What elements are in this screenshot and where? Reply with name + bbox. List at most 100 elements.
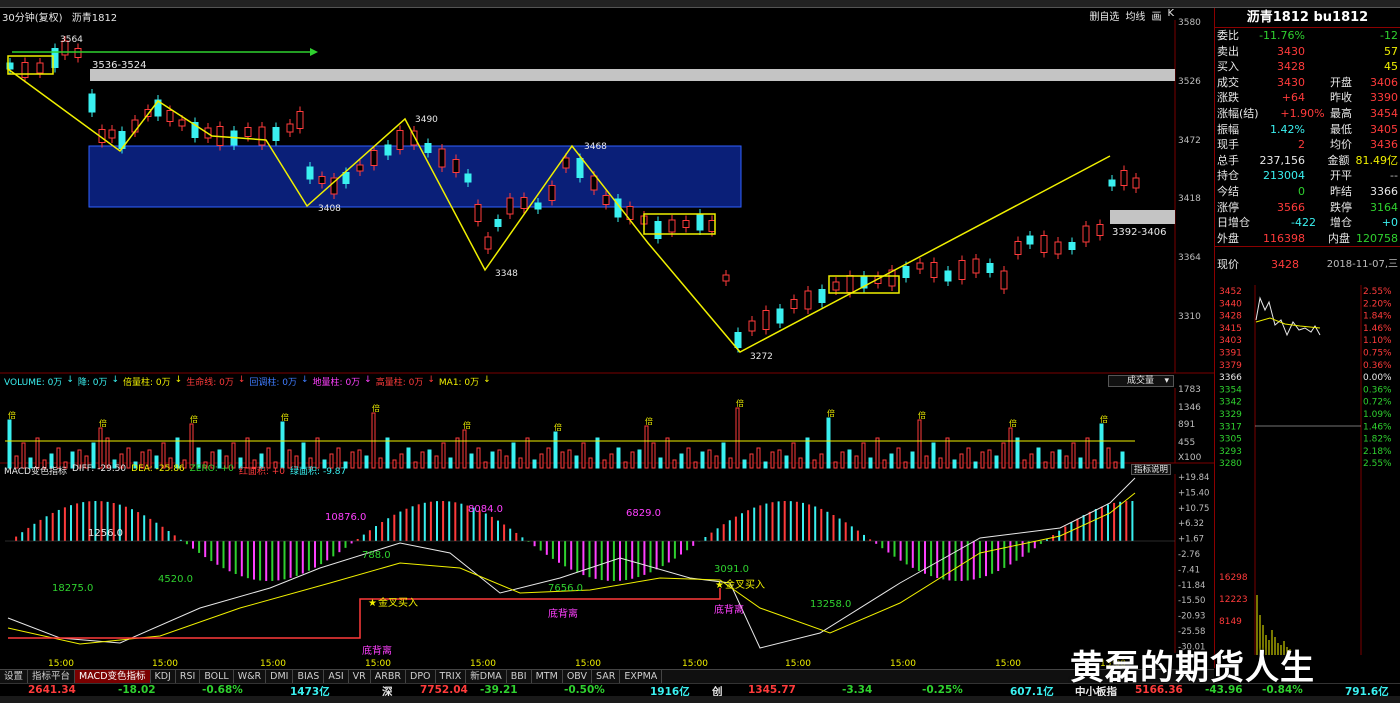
resistance-band	[90, 69, 1175, 81]
candle-body	[602, 195, 610, 205]
mini-left-tick: 3440	[1219, 299, 1242, 309]
mini-avg-line	[1255, 317, 1321, 329]
quote-value: 45	[1384, 60, 1398, 74]
mini-left-tick: 3428	[1219, 312, 1242, 322]
quote-value: -12	[1380, 29, 1398, 42]
time-tick: 15:00	[575, 659, 601, 668]
volume-bar	[434, 455, 439, 469]
label-box1: 3536-3524	[92, 60, 147, 71]
volume-bar	[847, 449, 852, 469]
indicator-help-button[interactable]: 指标说明	[1131, 464, 1171, 475]
volume-bar	[994, 455, 999, 469]
quote-label: 持仓	[1217, 169, 1239, 183]
volume-bar	[742, 459, 747, 469]
volume-header-item: 倍量柱: 0万	[123, 378, 171, 388]
time-tick: 15:00	[365, 659, 391, 668]
mini-intraday-chart[interactable]: 3452 3440 3428 3415 3403 3391 3379 3366 3354 3342…	[1215, 280, 1400, 660]
candle-body	[790, 299, 798, 309]
macd-header-item: 绿面积: -9.87	[290, 467, 347, 477]
volume-mark: 倍	[190, 414, 198, 424]
indicator-tab[interactable]: DMI	[266, 670, 294, 683]
indicator-tab[interactable]: ASI	[324, 670, 349, 683]
volume-tick: X100	[1178, 453, 1202, 463]
volume-bar	[385, 437, 390, 469]
index-value: -39.21	[480, 684, 518, 696]
volume-bar	[525, 437, 530, 469]
volume-bar	[672, 459, 677, 469]
volume-bar	[1036, 447, 1041, 469]
volume-header-item: ↓	[111, 375, 120, 385]
volume-bar	[861, 442, 866, 469]
price-tick: 3580	[1178, 18, 1201, 28]
consolidation-box	[88, 145, 742, 208]
volume-indicator-select[interactable]: 成交量 ▾	[1108, 375, 1174, 387]
index-value: -0.68%	[202, 684, 243, 696]
indicator-tab[interactable]: RSI	[176, 670, 201, 683]
volume-bar	[749, 453, 754, 469]
buy-signal-1: 金叉买入	[378, 596, 418, 609]
macd-area-label: 10876.0	[325, 512, 366, 523]
candlestick-chart[interactable]: 3564 3536-3524 3490 3408 3468 3348 3272 …	[0, 8, 1214, 668]
indicator-tab[interactable]: OBV	[563, 670, 593, 683]
quote-panel: 沥青1812 bu1812 委比 -11.76% -12 卖出 3430 57 买入 3428…	[1214, 8, 1400, 668]
indicator-tab[interactable]: 指标平台	[28, 670, 76, 683]
volume-bar	[539, 453, 544, 469]
macd-tick: +10.75	[1178, 504, 1209, 514]
indicator-tab[interactable]: ARBR	[371, 670, 406, 683]
volume-bar	[714, 455, 719, 469]
candle-body	[166, 110, 174, 122]
indicator-tab[interactable]: MTM	[532, 670, 563, 683]
volume-bar	[931, 442, 936, 469]
index-value: -0.50%	[564, 684, 605, 696]
quote-value: 3430	[1277, 44, 1305, 58]
volume-bar	[959, 453, 964, 469]
volume-bar	[588, 457, 593, 469]
mini-left-tick: 3366	[1219, 373, 1242, 383]
volume-bar	[679, 453, 684, 469]
volume-bar	[917, 419, 922, 469]
volume-bar	[1029, 453, 1034, 469]
indicator-tab[interactable]: W&R	[234, 670, 267, 683]
candle-body	[484, 236, 492, 250]
indicator-tab[interactable]: 设置	[0, 670, 29, 683]
indicator-tab[interactable]: EXPMA	[620, 670, 663, 683]
volume-bar	[553, 431, 558, 469]
volume-bar	[707, 449, 712, 469]
mini-right-tick: 1.46%	[1363, 422, 1392, 432]
news-ticker	[0, 696, 1400, 703]
volume-header-item: ↓	[427, 375, 435, 385]
indicator-tab[interactable]: TRIX	[436, 670, 467, 683]
volume-tick: 891	[1178, 420, 1195, 430]
indicator-tab[interactable]: BOLL	[200, 670, 234, 683]
candle-body	[520, 197, 528, 209]
macd-header-item: DIFF: -29.50	[71, 464, 127, 474]
candle-body	[818, 289, 826, 303]
volume-bar	[518, 457, 523, 469]
candle-body	[548, 185, 556, 201]
candle-body	[306, 166, 314, 180]
volume-bar	[952, 459, 957, 469]
mini-price-line	[1255, 296, 1321, 337]
quote-row: 成交 3430 开盘 3406	[1215, 75, 1400, 91]
quote-value: 3566	[1277, 200, 1305, 214]
volume-header-item: ↓	[66, 375, 74, 385]
indicator-tab[interactable]: KDJ	[151, 670, 176, 683]
indicator-tab[interactable]: SAR	[592, 670, 621, 683]
index-value: 1345.77	[748, 684, 796, 696]
indicator-tab[interactable]: BBI	[507, 670, 532, 683]
price-tick: 3364	[1178, 253, 1201, 263]
volume-header-item: 高量柱: 0万	[375, 378, 424, 388]
indicator-tab[interactable]: VR	[349, 670, 371, 683]
quote-label: 开盘	[1330, 75, 1352, 89]
candle-body	[356, 164, 364, 172]
volume-bar	[637, 449, 642, 469]
mini-left-axis: 3452 3440 3428 3415 3403 3391 3379 3366 3354 3342…	[1219, 287, 1248, 627]
indicator-tab[interactable]: MACD变色指标	[75, 670, 151, 683]
label-box2: 3392-3406	[1112, 227, 1167, 238]
volume-bar	[623, 461, 628, 469]
volume-bar	[700, 451, 705, 469]
volume-header-item: 降: 0万	[77, 378, 108, 388]
indicator-tab[interactable]: DPO	[406, 670, 436, 683]
indicator-tab[interactable]: 新DMA	[466, 670, 507, 683]
indicator-tab[interactable]: BIAS	[293, 670, 325, 683]
